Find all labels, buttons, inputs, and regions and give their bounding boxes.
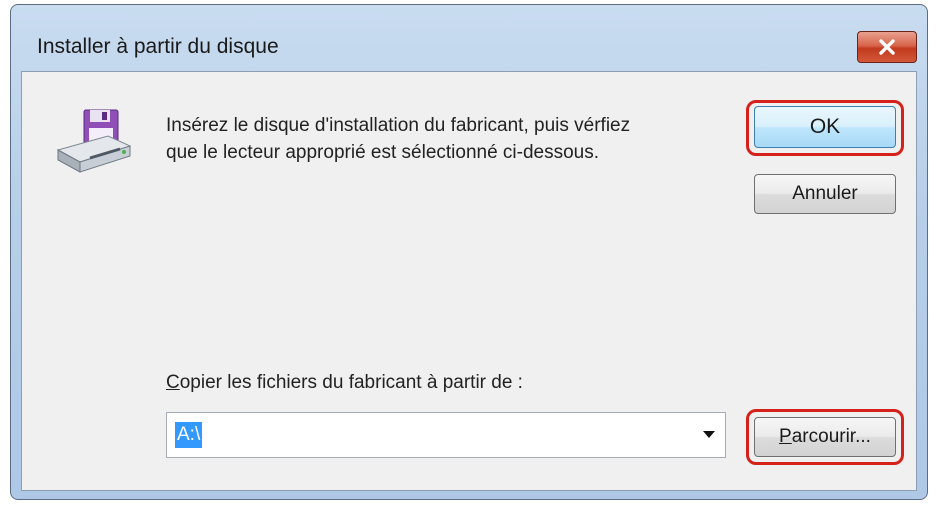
chevron-down-icon[interactable] [703,431,715,438]
floppy-drive-icon [54,106,134,183]
browse-button[interactable]: Parcourir... [754,417,896,457]
dialog-window: Installer à partir du disque Insérez le … [10,4,928,500]
dialog-body: Insérez le disque d'installation du fabr… [21,71,917,491]
title-bar[interactable]: Installer à partir du disque [11,5,927,71]
instruction-line-1: Insérez le disque d'installation du fabr… [166,115,631,136]
ok-button[interactable]: OK [754,106,896,148]
copy-from-label-mnemonic: C [166,372,180,393]
window-title: Installer à partir du disque [37,35,279,58]
copy-from-combobox[interactable]: A:\ [166,412,726,458]
browse-button-label: arcourir... [791,426,871,447]
instruction-text: Insérez le disque d'installation du fabr… [166,112,726,166]
copy-from-label: Copier les fichiers du fabricant à parti… [166,372,523,394]
instruction-line-2: que le lecteur approprié est sélectionné… [166,142,600,163]
close-button[interactable] [857,31,917,63]
copy-from-label-text: opier les fichiers du fabricant à partir… [179,372,523,393]
browse-button-mnemonic: P [779,426,792,447]
copy-from-value[interactable]: A:\ [175,422,203,448]
close-icon [878,39,896,55]
cancel-button[interactable]: Annuler [754,174,896,214]
